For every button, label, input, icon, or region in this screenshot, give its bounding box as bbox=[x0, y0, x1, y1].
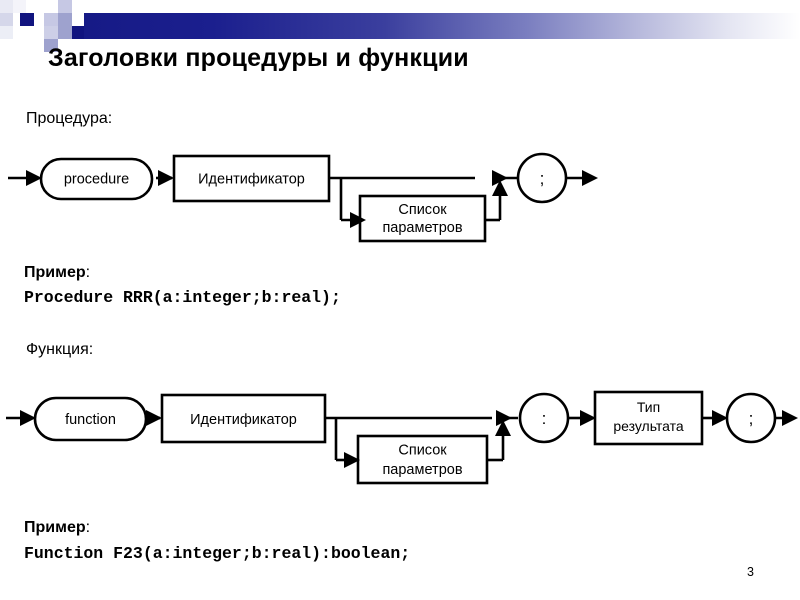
decor-square bbox=[58, 0, 72, 13]
decor-square bbox=[44, 26, 58, 39]
node-procedure-keyword-label: procedure bbox=[64, 172, 129, 188]
decor-square bbox=[44, 13, 58, 26]
decor-square bbox=[72, 26, 84, 39]
procedure-railroad-diagram: procedure Идентификатор Список параметро… bbox=[0, 150, 800, 250]
decor-square bbox=[13, 0, 26, 13]
node-semicolon-label: ; bbox=[540, 169, 545, 188]
procedure-example-code: Procedure RRR(a:integer;b:real); bbox=[24, 288, 341, 307]
node-parameter-list-label-line2: параметров bbox=[382, 462, 462, 478]
header-gradient-bar bbox=[84, 13, 800, 39]
function-example-code: Function F23(a:integer;b:real):boolean; bbox=[24, 544, 411, 563]
decor-square bbox=[0, 0, 13, 13]
decor-square bbox=[58, 26, 72, 39]
function-example-label-text: Пример bbox=[24, 519, 86, 536]
node-function-keyword-label: function bbox=[65, 412, 116, 428]
decor-square bbox=[0, 26, 13, 39]
decor-square bbox=[58, 13, 72, 26]
procedure-example-label-colon: : bbox=[85, 264, 91, 281]
procedure-example-label: Пример: bbox=[24, 264, 90, 282]
header-decoration bbox=[0, 0, 800, 52]
function-railroad-diagram: function Идентификатор Список параметров… bbox=[0, 386, 800, 491]
node-semicolon-label: ; bbox=[749, 409, 754, 428]
function-example-label: Пример: bbox=[24, 519, 90, 537]
procedure-section-label: Процедура: bbox=[26, 110, 113, 127]
page-title: Заголовки процедуры и функции bbox=[48, 44, 469, 72]
node-parameter-list-label-line1: Список bbox=[398, 443, 447, 459]
function-section-label: Функция: bbox=[26, 341, 94, 358]
decor-square bbox=[0, 13, 13, 26]
node-result-type-label-line1: Тип bbox=[637, 399, 660, 415]
node-colon-label: : bbox=[542, 409, 547, 428]
procedure-example-label-text: Пример bbox=[24, 264, 86, 281]
function-example-label-colon: : bbox=[85, 519, 91, 536]
page-number: 3 bbox=[747, 565, 754, 579]
node-parameter-list-label-line2: параметров bbox=[382, 220, 462, 236]
node-identifier-label: Идентификатор bbox=[198, 172, 305, 188]
node-identifier-label: Идентификатор bbox=[190, 412, 297, 428]
decor-square bbox=[20, 13, 34, 26]
node-parameter-list-label-line1: Список bbox=[398, 202, 447, 218]
node-result-type-label-line2: результата bbox=[613, 418, 684, 434]
